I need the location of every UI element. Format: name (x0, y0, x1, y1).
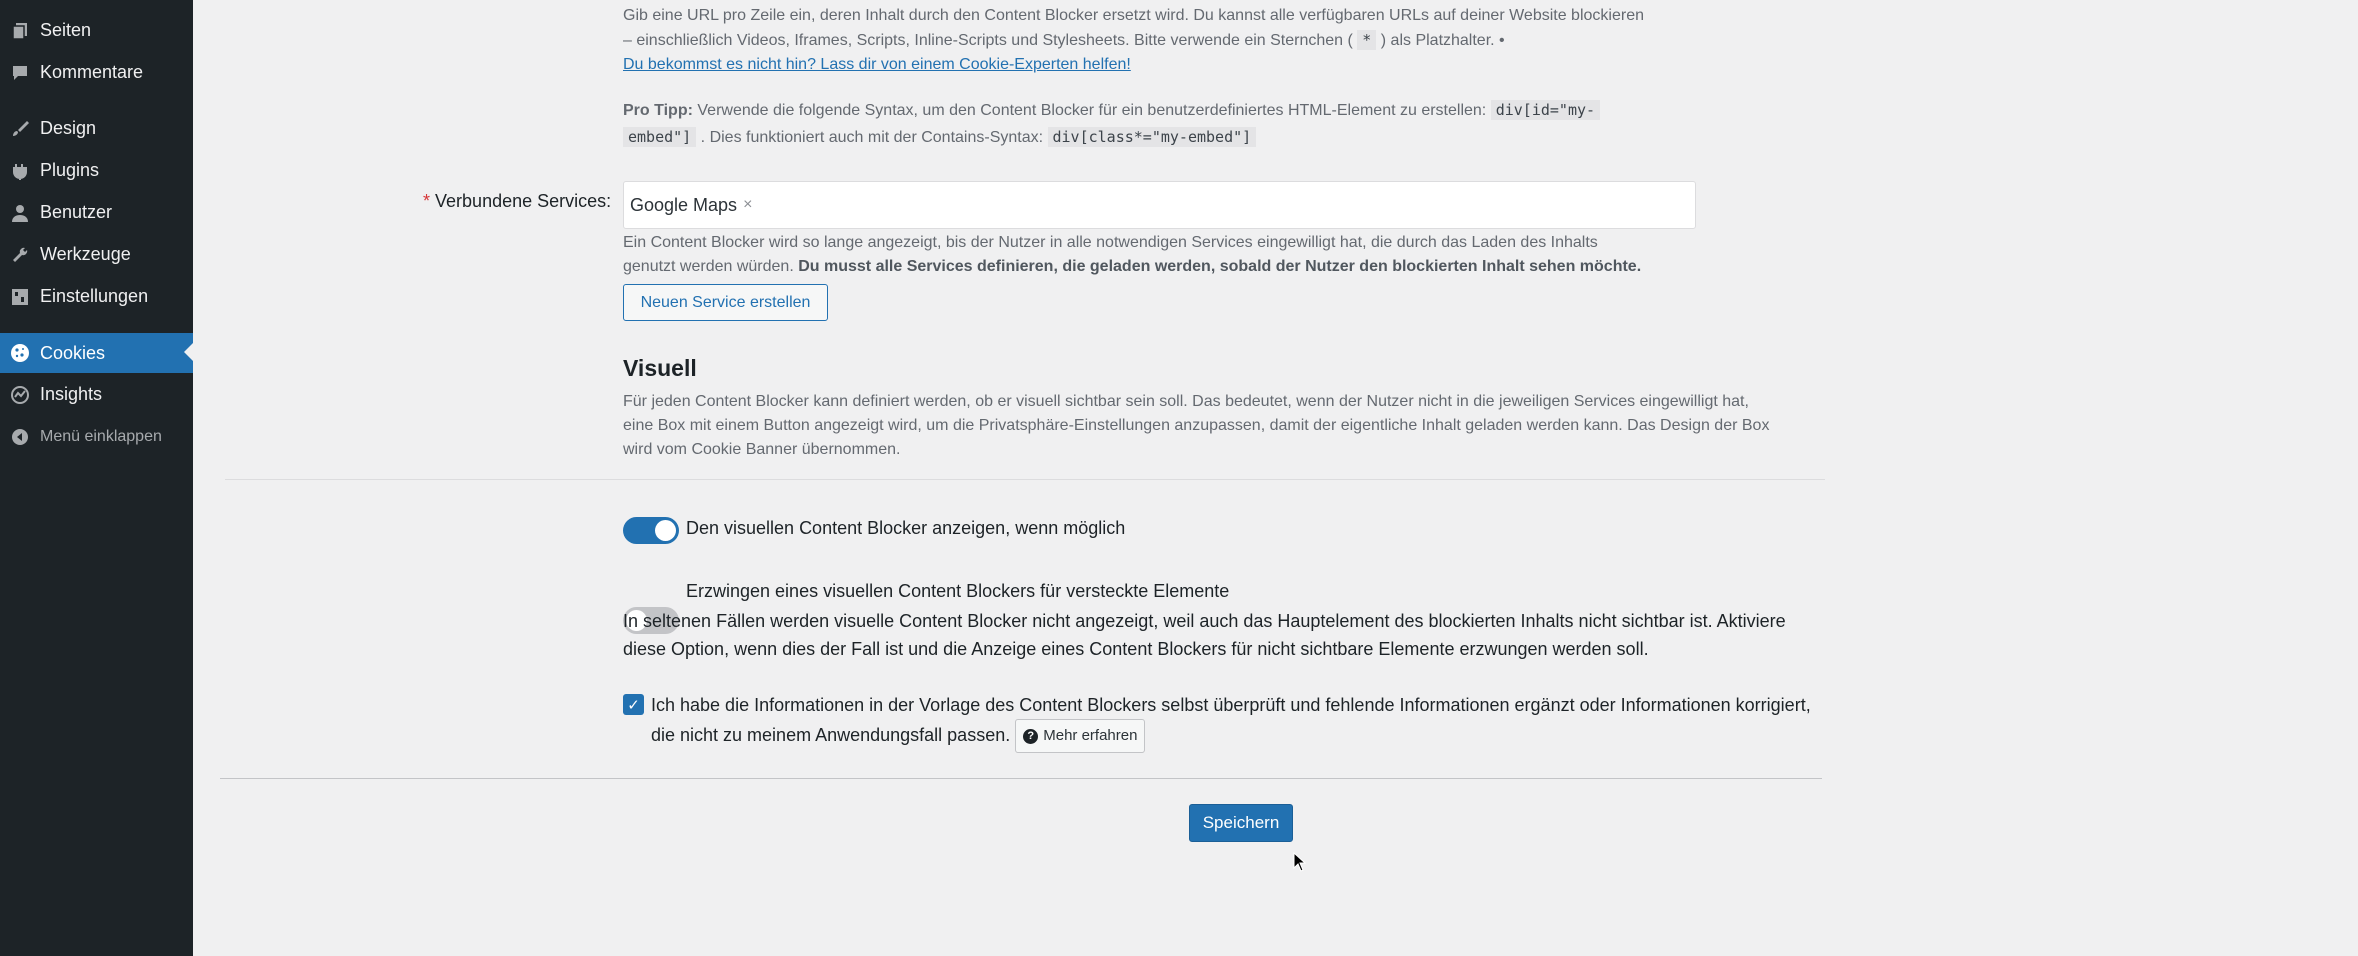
new-service-button[interactable]: Neuen Service erstellen (623, 284, 828, 321)
sidebar-item-werkzeuge[interactable]: Werkzeuge (0, 235, 193, 274)
cookie-icon (0, 334, 40, 373)
services-label-text: Verbundene Services: (435, 191, 612, 211)
force-hidden-blocker-description: In seltenen Fällen werden visuelle Conte… (623, 607, 1786, 663)
url-desc-line2-text: – einschließlich Videos, Iframes, Script… (623, 32, 1353, 49)
services-tag-input[interactable]: Google Maps × (623, 181, 1696, 229)
sidebar-item-plugins[interactable]: Plugins (0, 151, 193, 190)
visual-description: Für jeden Content Blocker kann definiert… (623, 390, 1769, 462)
comments-icon (0, 53, 40, 92)
mouse-cursor-icon (1293, 852, 1307, 872)
pro-tip-text2: . Dies funktioniert auch mit der Contain… (700, 129, 1044, 146)
footer-divider (220, 778, 1822, 779)
check-icon: ✓ (627, 696, 640, 714)
force-desc-line2: diese Option, wenn dies der Fall ist und… (623, 639, 1649, 659)
sidebar-item-label: Benutzer (40, 202, 113, 222)
sidebar-item-label: Kommentare (40, 62, 144, 82)
template-verified-checkbox[interactable]: ✓ (623, 694, 644, 715)
services-desc-line2-bold: Du musst alle Services definieren, die g… (798, 258, 1642, 275)
sidebar-item-design[interactable]: Design (0, 109, 193, 148)
sidebar-item-label: Design (40, 118, 97, 138)
help-icon: ? (1023, 728, 1039, 744)
visual-desc-line1: Für jeden Content Blocker kann definiert… (623, 393, 1749, 410)
pro-tip-code-id: div[id="my- (1490, 100, 1601, 120)
checkbox-label-line1: Ich habe die Informationen in der Vorlag… (651, 695, 1811, 715)
service-tag-label: Google Maps (630, 194, 738, 215)
url-desc-line2: – einschließlich Videos, Iframes, Script… (623, 28, 1644, 53)
url-field-description: Gib eine URL pro Zeile ein, deren Inhalt… (623, 4, 1644, 77)
collapse-arrow-icon (0, 417, 40, 456)
force-hidden-blocker-label: Erzwingen eines visuellen Content Blocke… (686, 581, 1230, 601)
sidebar-item-kommentare[interactable]: Kommentare (0, 53, 193, 92)
save-button[interactable]: Speichern (1189, 804, 1293, 842)
sidebar-item-insights[interactable]: Insights (0, 375, 193, 414)
sidebar-item-label: Cookies (40, 342, 106, 363)
pro-tip: Pro Tipp: Verwende die folgende Syntax, … (623, 98, 1683, 150)
user-icon (0, 193, 40, 232)
settings-icon (0, 277, 40, 316)
services-desc-line2-text: genutzt werden würden. (623, 258, 794, 275)
services-desc-line2: genutzt werden würden. Du musst alle Ser… (623, 255, 1641, 279)
services-description: Ein Content Blocker wird so lange angeze… (623, 231, 1641, 279)
sidebar-item-label: Einstellungen (40, 286, 149, 306)
show-visual-blocker-toggle[interactable] (623, 517, 679, 544)
section-divider (225, 479, 1825, 480)
insights-icon (0, 375, 40, 414)
sidebar-item-label: Insights (40, 384, 103, 404)
section-title-visuell: Visuell (623, 355, 697, 381)
checkbox-label-line2-text: die nicht zu meinem Anwendungsfall passe… (651, 724, 1011, 745)
pro-tip-code-class: div[class*="my-embed"] (1047, 127, 1257, 147)
pro-tip-code-id-end: embed"] (623, 127, 697, 147)
sidebar-collapse-menu[interactable]: Menü einklappen (0, 417, 193, 456)
wrench-icon (0, 235, 40, 274)
pro-tip-line1: Pro Tipp: Verwende die folgende Syntax, … (623, 98, 1683, 123)
pro-tip-label: Pro Tipp: (623, 102, 693, 119)
plugin-icon (0, 151, 40, 190)
toggle-knob (655, 520, 676, 541)
brush-icon (0, 109, 40, 148)
required-marker: * (423, 191, 431, 211)
sidebar-item-label: Werkzeuge (40, 244, 131, 264)
sidebar-item-seiten[interactable]: Seiten (0, 11, 193, 50)
sidebar-item-label: Seiten (40, 20, 92, 40)
sidebar-collapse-label: Menü einklappen (40, 427, 162, 445)
force-desc-line1: In seltenen Fällen werden visuelle Conte… (623, 611, 1786, 631)
services-field-label: * Verbundene Services: (423, 191, 611, 212)
url-desc-line1: Gib eine URL pro Zeile ein, deren Inhalt… (623, 7, 1644, 24)
cookie-expert-help-link[interactable]: Du bekommst es nicht hin? Lass dir von e… (623, 56, 1131, 73)
pro-tip-text: Verwende die folgende Syntax, um den Con… (697, 102, 1487, 119)
sidebar-item-einstellungen[interactable]: Einstellungen (0, 277, 193, 316)
pages-icon (0, 11, 40, 50)
pro-tip-line2: embed"] . Dies funktioniert auch mit der… (623, 125, 1683, 150)
sidebar-item-benutzer[interactable]: Benutzer (0, 193, 193, 232)
admin-sidebar: Seiten Kommentare Design Plugins Benutze… (0, 0, 193, 956)
visual-desc-line2: eine Box mit einem Button angezeigt wird… (623, 417, 1770, 434)
wildcard-code: * (1357, 30, 1377, 50)
template-verified-label: Ich habe die Informationen in der Vorlag… (651, 691, 1811, 753)
learn-more-label: Mehr erfahren (1043, 727, 1138, 744)
sidebar-item-label: Plugins (40, 160, 100, 180)
checkbox-label-line2: die nicht zu meinem Anwendungsfall passe… (651, 719, 1811, 753)
url-desc-line2-end: ) als Platzhalter. • (1380, 32, 1505, 49)
show-visual-blocker-label: Den visuellen Content Blocker anzeigen, … (686, 518, 1126, 538)
remove-tag-icon[interactable]: × (743, 196, 752, 214)
services-desc-line1: Ein Content Blocker wird so lange angeze… (623, 234, 1598, 251)
visual-desc-line3: wird vom Cookie Banner übernommen. (623, 441, 901, 458)
sidebar-item-cookies[interactable]: Cookies (0, 333, 193, 373)
learn-more-button[interactable]: ? Mehr erfahren (1015, 719, 1146, 753)
service-tag-google-maps: Google Maps × (630, 195, 752, 216)
main-content: Gib eine URL pro Zeile ein, deren Inhalt… (193, 0, 2358, 956)
